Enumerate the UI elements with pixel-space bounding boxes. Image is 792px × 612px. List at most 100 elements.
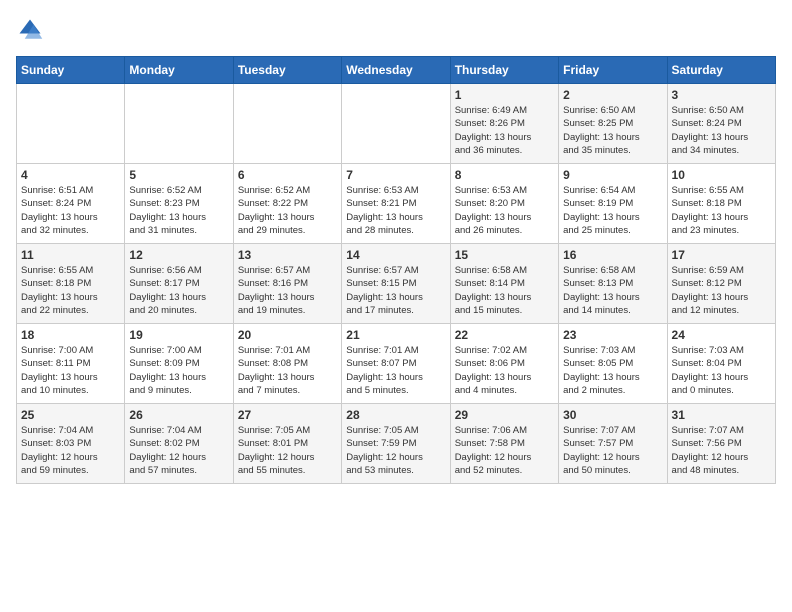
day-cell: 7Sunrise: 6:53 AM Sunset: 8:21 PM Daylig… [342,164,450,244]
day-cell: 8 Sunrise: 6:53 AM Sunset: 8:20 PM Daylig… [450,164,558,244]
day-info: Sunrise: 6:54 AM Sunset: 8:19 PM Dayligh… [563,184,662,237]
day-cell: 27 Sunrise: 7:05 AM Sunset: 8:01 PM Dayli… [233,404,341,484]
day-cell: 5 Sunrise: 6:52 AM Sunset: 8:23 PM Daylig… [125,164,233,244]
day-info: Sunrise: 6:50 AM Sunset: 8:24 PM Dayligh… [672,104,771,157]
day-cell [125,84,233,164]
day-cell: 13 Sunrise: 6:57 AM Sunset: 8:16 PM Dayli… [233,244,341,324]
day-info: Sunrise: 6:56 AM Sunset: 8:17 PM Dayligh… [129,264,228,317]
day-number: 28 [346,408,445,422]
day-number: 17 [672,248,771,262]
day-cell: 31 Sunrise: 7:07 AM Sunset: 7:56 PM Dayli… [667,404,775,484]
day-number: 2 [563,88,662,102]
day-info: Sunrise: 6:51 AM Sunset: 8:24 PM Dayligh… [21,184,120,237]
day-cell [233,84,341,164]
day-number: 7 [346,168,445,182]
day-number: 10 [672,168,771,182]
week-row-1: 1Sunrise: 6:49 AM Sunset: 8:26 PM Daylig… [17,84,776,164]
day-number: 22 [455,328,554,342]
day-info: Sunrise: 6:57 AM Sunset: 8:16 PM Dayligh… [238,264,337,317]
day-info: Sunrise: 6:55 AM Sunset: 8:18 PM Dayligh… [672,184,771,237]
col-header-sunday: Sunday [17,57,125,84]
day-cell: 22 Sunrise: 7:02 AM Sunset: 8:06 PM Dayli… [450,324,558,404]
day-info: Sunrise: 6:50 AM Sunset: 8:25 PM Dayligh… [563,104,662,157]
day-cell: 24Sunrise: 7:03 AM Sunset: 8:04 PM Dayli… [667,324,775,404]
day-info: Sunrise: 6:58 AM Sunset: 8:13 PM Dayligh… [563,264,662,317]
day-cell: 21 Sunrise: 7:01 AM Sunset: 8:07 PM Dayli… [342,324,450,404]
day-number: 31 [672,408,771,422]
week-row-5: 25 Sunrise: 7:04 AM Sunset: 8:03 PM Dayli… [17,404,776,484]
day-number: 26 [129,408,228,422]
day-cell: 2 Sunrise: 6:50 AM Sunset: 8:25 PM Daylig… [559,84,667,164]
day-number: 1 [455,88,554,102]
day-info: Sunrise: 6:59 AM Sunset: 8:12 PM Dayligh… [672,264,771,317]
day-cell: 20 Sunrise: 7:01 AM Sunset: 8:08 PM Dayli… [233,324,341,404]
week-row-4: 18 Sunrise: 7:00 AM Sunset: 8:11 PM Dayli… [17,324,776,404]
day-number: 24 [672,328,771,342]
day-info: Sunrise: 7:05 AM Sunset: 8:01 PM Dayligh… [238,424,337,477]
logo [16,16,48,44]
day-number: 27 [238,408,337,422]
day-info: Sunrise: 7:07 AM Sunset: 7:56 PM Dayligh… [672,424,771,477]
day-info: Sunrise: 6:58 AM Sunset: 8:14 PM Dayligh… [455,264,554,317]
page-header [16,16,776,44]
day-cell: 3 Sunrise: 6:50 AM Sunset: 8:24 PM Daylig… [667,84,775,164]
day-number: 25 [21,408,120,422]
day-cell: 6Sunrise: 6:52 AM Sunset: 8:22 PM Daylig… [233,164,341,244]
day-cell: 4Sunrise: 6:51 AM Sunset: 8:24 PM Daylig… [17,164,125,244]
day-number: 19 [129,328,228,342]
week-row-3: 11 Sunrise: 6:55 AM Sunset: 8:18 PM Dayli… [17,244,776,324]
col-header-friday: Friday [559,57,667,84]
col-header-tuesday: Tuesday [233,57,341,84]
day-number: 14 [346,248,445,262]
day-cell: 19 Sunrise: 7:00 AM Sunset: 8:09 PM Dayli… [125,324,233,404]
day-info: Sunrise: 7:00 AM Sunset: 8:09 PM Dayligh… [129,344,228,397]
day-info: Sunrise: 7:01 AM Sunset: 8:08 PM Dayligh… [238,344,337,397]
day-cell: 23 Sunrise: 7:03 AM Sunset: 8:05 PM Dayli… [559,324,667,404]
day-number: 18 [21,328,120,342]
day-cell: 25 Sunrise: 7:04 AM Sunset: 8:03 PM Dayli… [17,404,125,484]
day-number: 8 [455,168,554,182]
day-cell: 9 Sunrise: 6:54 AM Sunset: 8:19 PM Daylig… [559,164,667,244]
day-info: Sunrise: 7:04 AM Sunset: 8:03 PM Dayligh… [21,424,120,477]
day-cell: 17 Sunrise: 6:59 AM Sunset: 8:12 PM Dayli… [667,244,775,324]
day-number: 20 [238,328,337,342]
day-cell: 1Sunrise: 6:49 AM Sunset: 8:26 PM Daylig… [450,84,558,164]
day-cell: 14 Sunrise: 6:57 AM Sunset: 8:15 PM Dayli… [342,244,450,324]
day-number: 29 [455,408,554,422]
day-cell: 16 Sunrise: 6:58 AM Sunset: 8:13 PM Dayli… [559,244,667,324]
day-number: 30 [563,408,662,422]
day-number: 12 [129,248,228,262]
day-info: Sunrise: 6:52 AM Sunset: 8:23 PM Dayligh… [129,184,228,237]
day-cell: 29 Sunrise: 7:06 AM Sunset: 7:58 PM Dayli… [450,404,558,484]
logo-icon [16,16,44,44]
day-cell: 18 Sunrise: 7:00 AM Sunset: 8:11 PM Dayli… [17,324,125,404]
day-info: Sunrise: 7:02 AM Sunset: 8:06 PM Dayligh… [455,344,554,397]
day-number: 9 [563,168,662,182]
header-row: SundayMondayTuesdayWednesdayThursdayFrid… [17,57,776,84]
day-number: 13 [238,248,337,262]
day-cell [342,84,450,164]
day-cell [17,84,125,164]
day-info: Sunrise: 7:00 AM Sunset: 8:11 PM Dayligh… [21,344,120,397]
day-number: 16 [563,248,662,262]
col-header-wednesday: Wednesday [342,57,450,84]
day-info: Sunrise: 6:53 AM Sunset: 8:20 PM Dayligh… [455,184,554,237]
week-row-2: 4Sunrise: 6:51 AM Sunset: 8:24 PM Daylig… [17,164,776,244]
day-number: 11 [21,248,120,262]
day-number: 23 [563,328,662,342]
day-number: 5 [129,168,228,182]
day-info: Sunrise: 6:55 AM Sunset: 8:18 PM Dayligh… [21,264,120,317]
day-info: Sunrise: 7:04 AM Sunset: 8:02 PM Dayligh… [129,424,228,477]
day-cell: 11 Sunrise: 6:55 AM Sunset: 8:18 PM Dayli… [17,244,125,324]
day-info: Sunrise: 7:01 AM Sunset: 8:07 PM Dayligh… [346,344,445,397]
day-number: 15 [455,248,554,262]
day-number: 3 [672,88,771,102]
day-info: Sunrise: 7:03 AM Sunset: 8:05 PM Dayligh… [563,344,662,397]
day-info: Sunrise: 6:57 AM Sunset: 8:15 PM Dayligh… [346,264,445,317]
day-cell: 10 Sunrise: 6:55 AM Sunset: 8:18 PM Dayli… [667,164,775,244]
col-header-monday: Monday [125,57,233,84]
day-cell: 28Sunrise: 7:05 AM Sunset: 7:59 PM Dayli… [342,404,450,484]
day-number: 21 [346,328,445,342]
day-cell: 26 Sunrise: 7:04 AM Sunset: 8:02 PM Dayli… [125,404,233,484]
day-info: Sunrise: 7:06 AM Sunset: 7:58 PM Dayligh… [455,424,554,477]
